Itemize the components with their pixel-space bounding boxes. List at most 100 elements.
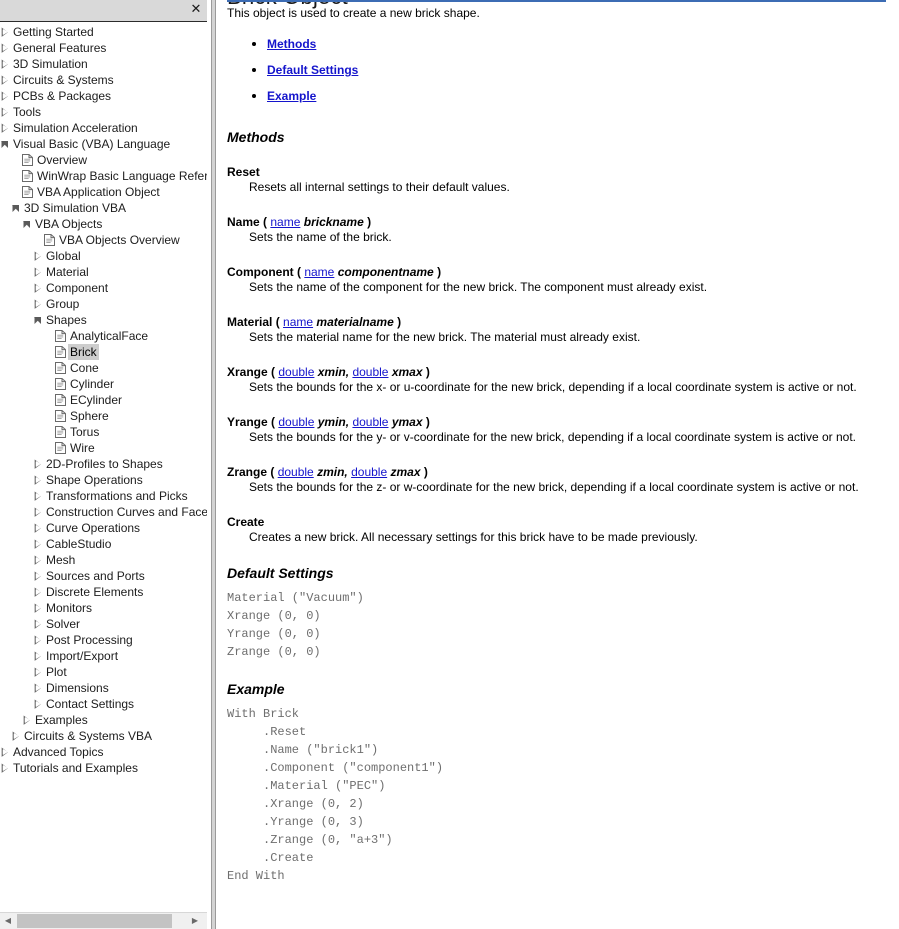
horizontal-scroll-thumb[interactable]	[17, 914, 172, 928]
toc-link-example[interactable]: Example	[267, 89, 316, 103]
type-link-double[interactable]: double	[352, 365, 388, 379]
tree-item-vba-objects-overview[interactable]: VBA Objects Overview	[0, 232, 207, 248]
expand-collapse-triangle-right-icon[interactable]	[33, 568, 44, 584]
tree-item-3d-simulation[interactable]: 3D Simulation	[0, 56, 207, 72]
expand-collapse-triangle-right-icon[interactable]	[33, 280, 44, 296]
expand-collapse-triangle-right-icon[interactable]	[33, 616, 44, 632]
type-link-double[interactable]: double	[278, 465, 314, 479]
tree-item-component[interactable]: Component	[0, 280, 207, 296]
toc-link-default-settings[interactable]: Default Settings	[267, 63, 358, 77]
expand-collapse-triangle-right-icon[interactable]	[0, 104, 11, 120]
tree-item-construction-curves-and-faces[interactable]: Construction Curves and Faces	[0, 504, 207, 520]
tree-item-import-export[interactable]: Import/Export	[0, 648, 207, 664]
expand-collapse-triangle-right-icon[interactable]	[33, 456, 44, 472]
tree-item-vba-application-object[interactable]: VBA Application Object	[0, 184, 207, 200]
expand-collapse-triangle-right-icon[interactable]	[33, 536, 44, 552]
tree-item-brick[interactable]: Brick	[0, 344, 207, 360]
tree-item-cone[interactable]: Cone	[0, 360, 207, 376]
document-content-pane[interactable]: Brick Object This object is used to crea…	[221, 0, 899, 929]
type-link-name[interactable]: name	[283, 315, 313, 329]
tree-item-circuits-and-systems-vba[interactable]: Circuits & Systems VBA	[0, 728, 207, 744]
expand-collapse-triangle-right-icon[interactable]	[33, 664, 44, 680]
expand-collapse-triangle-down-icon[interactable]	[11, 200, 22, 216]
tree-item-dimensions[interactable]: Dimensions	[0, 680, 207, 696]
tree-item-cablestudio[interactable]: CableStudio	[0, 536, 207, 552]
tree-item-examples[interactable]: Examples	[0, 712, 207, 728]
tree-item-visual-basic-vba-language[interactable]: Visual Basic (VBA) Language	[0, 136, 207, 152]
expand-collapse-triangle-right-icon[interactable]	[33, 552, 44, 568]
expand-collapse-triangle-down-icon[interactable]	[0, 136, 11, 152]
tree-item-tutorials-and-examples[interactable]: Tutorials and Examples	[0, 760, 207, 776]
scroll-right-icon[interactable]: ▶	[187, 913, 203, 929]
type-link-double[interactable]: double	[278, 365, 314, 379]
tree-item-monitors[interactable]: Monitors	[0, 600, 207, 616]
navigation-horizontal-scrollbar[interactable]: ◀ ▶	[0, 912, 207, 929]
close-icon[interactable]: ✕	[188, 2, 204, 18]
expand-collapse-triangle-down-icon[interactable]	[22, 216, 33, 232]
panel-splitter[interactable]	[207, 0, 221, 929]
expand-collapse-triangle-right-icon[interactable]	[0, 744, 11, 760]
tree-item-winwrap-basic-language-reference[interactable]: WinWrap Basic Language Reference	[0, 168, 207, 184]
scroll-left-icon[interactable]: ◀	[0, 913, 16, 929]
tree-item-shape-operations[interactable]: Shape Operations	[0, 472, 207, 488]
expand-collapse-triangle-right-icon[interactable]	[0, 40, 11, 56]
tree-item-group[interactable]: Group	[0, 296, 207, 312]
type-link-name[interactable]: name	[304, 265, 334, 279]
tree-item-general-features[interactable]: General Features	[0, 40, 207, 56]
tree-item-sources-and-ports[interactable]: Sources and Ports	[0, 568, 207, 584]
tree-item-circuits-and-systems[interactable]: Circuits & Systems	[0, 72, 207, 88]
tree-item-simulation-acceleration[interactable]: Simulation Acceleration	[0, 120, 207, 136]
expand-collapse-triangle-down-icon[interactable]	[33, 312, 44, 328]
tree-item-cylinder[interactable]: Cylinder	[0, 376, 207, 392]
tree-item-3d-simulation-vba[interactable]: 3D Simulation VBA	[0, 200, 207, 216]
tree-item-shapes[interactable]: Shapes	[0, 312, 207, 328]
tree-item-wire[interactable]: Wire	[0, 440, 207, 456]
expand-collapse-triangle-right-icon[interactable]	[0, 88, 11, 104]
expand-collapse-triangle-right-icon[interactable]	[0, 56, 11, 72]
tree-item-material[interactable]: Material	[0, 264, 207, 280]
tree-item-advanced-topics[interactable]: Advanced Topics	[0, 744, 207, 760]
expand-collapse-triangle-right-icon[interactable]	[0, 72, 11, 88]
expand-collapse-triangle-right-icon[interactable]	[33, 488, 44, 504]
tree-item-solver[interactable]: Solver	[0, 616, 207, 632]
expand-collapse-triangle-right-icon[interactable]	[33, 504, 44, 520]
expand-collapse-triangle-right-icon[interactable]	[0, 760, 11, 776]
tree-item-analyticalface[interactable]: AnalyticalFace	[0, 328, 207, 344]
splitter-bar[interactable]	[211, 0, 216, 929]
tree-item-curve-operations[interactable]: Curve Operations	[0, 520, 207, 536]
navigation-tree-scroll-area[interactable]: Getting Started General Features 3D Simula…	[0, 22, 207, 912]
tree-item-contact-settings[interactable]: Contact Settings	[0, 696, 207, 712]
expand-collapse-triangle-right-icon[interactable]	[33, 632, 44, 648]
tree-item-pcbs-and-packages[interactable]: PCBs & Packages	[0, 88, 207, 104]
tree-item-plot[interactable]: Plot	[0, 664, 207, 680]
expand-collapse-triangle-right-icon[interactable]	[0, 120, 11, 136]
tree-item-torus[interactable]: Torus	[0, 424, 207, 440]
expand-collapse-triangle-right-icon[interactable]	[33, 520, 44, 536]
expand-collapse-triangle-right-icon[interactable]	[11, 728, 22, 744]
tree-item-sphere[interactable]: Sphere	[0, 408, 207, 424]
expand-collapse-triangle-right-icon[interactable]	[22, 712, 33, 728]
expand-collapse-triangle-right-icon[interactable]	[33, 472, 44, 488]
expand-collapse-triangle-right-icon[interactable]	[33, 248, 44, 264]
type-link-double[interactable]: double	[351, 465, 387, 479]
tree-item-2d-profiles-to-shapes[interactable]: 2D-Profiles to Shapes	[0, 456, 207, 472]
tree-item-global[interactable]: Global	[0, 248, 207, 264]
expand-collapse-triangle-right-icon[interactable]	[33, 296, 44, 312]
type-link-name[interactable]: name	[270, 215, 300, 229]
tree-item-post-processing[interactable]: Post Processing	[0, 632, 207, 648]
expand-collapse-triangle-right-icon[interactable]	[33, 264, 44, 280]
tree-item-tools[interactable]: Tools	[0, 104, 207, 120]
expand-collapse-triangle-right-icon[interactable]	[33, 584, 44, 600]
tree-item-vba-objects[interactable]: VBA Objects	[0, 216, 207, 232]
type-link-double[interactable]: double	[352, 415, 388, 429]
expand-collapse-triangle-right-icon[interactable]	[0, 24, 11, 40]
toc-link-methods[interactable]: Methods	[267, 37, 316, 51]
type-link-double[interactable]: double	[278, 415, 314, 429]
expand-collapse-triangle-right-icon[interactable]	[33, 696, 44, 712]
tree-item-ecylinder[interactable]: ECylinder	[0, 392, 207, 408]
tree-item-overview[interactable]: Overview	[0, 152, 207, 168]
expand-collapse-triangle-right-icon[interactable]	[33, 648, 44, 664]
tree-item-getting-started[interactable]: Getting Started	[0, 24, 207, 40]
tree-item-transformations-and-picks[interactable]: Transformations and Picks	[0, 488, 207, 504]
tree-item-discrete-elements[interactable]: Discrete Elements	[0, 584, 207, 600]
